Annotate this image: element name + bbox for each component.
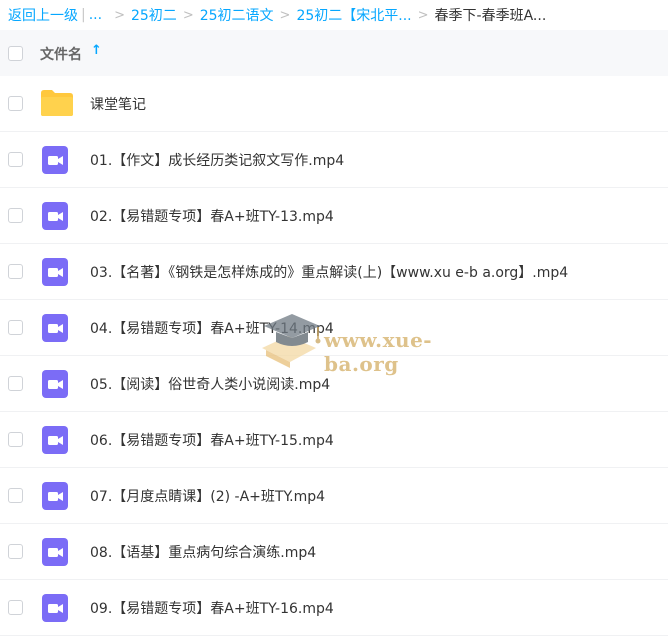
breadcrumb-item-3[interactable]: 25初二【宋北平... (296, 5, 411, 25)
file-name[interactable]: 04.【易错题专项】春A+班TY-14.mp4 (90, 318, 334, 338)
file-list: 课堂笔记 01.【作文】成长经历类记叙文写作.mp4 02.【易错题专项】春A+… (0, 76, 668, 636)
breadcrumb-ellipsis[interactable]: ... (89, 7, 102, 23)
select-all-checkbox[interactable] (8, 46, 23, 61)
file-name[interactable]: 02.【易错题专项】春A+班TY-13.mp4 (90, 206, 334, 226)
video-file-icon (40, 369, 70, 403)
video-file-icon (40, 481, 70, 515)
file-name[interactable]: 08.【语基】重点病句综合演练.mp4 (90, 542, 316, 562)
video-file-icon (40, 593, 70, 627)
video-file-icon (40, 145, 70, 179)
list-item[interactable]: 01.【作文】成长经历类记叙文写作.mp4 (0, 132, 668, 188)
list-item[interactable]: 09.【易错题专项】春A+班TY-16.mp4 (0, 580, 668, 636)
breadcrumb-current: 春季下-春季班A... (434, 8, 547, 24)
list-item[interactable]: 08.【语基】重点病句综合演练.mp4 (0, 524, 668, 580)
row-checkbox[interactable] (8, 600, 23, 615)
video-file-icon (40, 257, 70, 291)
file-name[interactable]: 07.【月度点睛课】(2) -A+班TY.mp4 (90, 486, 325, 506)
breadcrumb-item-2[interactable]: 25初二语文 (200, 5, 274, 25)
file-name[interactable]: 06.【易错题专项】春A+班TY-15.mp4 (90, 430, 334, 450)
row-checkbox[interactable] (8, 432, 23, 447)
row-checkbox[interactable] (8, 376, 23, 391)
chevron-right-icon: > (279, 7, 291, 23)
chevron-right-icon: > (417, 7, 429, 23)
file-list-header: 文件名 ↑ (0, 30, 668, 76)
row-checkbox[interactable] (8, 488, 23, 503)
breadcrumb-separator: | (81, 7, 86, 23)
list-item[interactable]: 06.【易错题专项】春A+班TY-15.mp4 (0, 412, 668, 468)
chevron-right-icon: > (114, 7, 125, 23)
row-checkbox[interactable] (8, 96, 23, 111)
row-checkbox[interactable] (8, 152, 23, 167)
row-checkbox[interactable] (8, 264, 23, 279)
file-name[interactable]: 01.【作文】成长经历类记叙文写作.mp4 (90, 150, 344, 170)
list-item[interactable]: 07.【月度点睛课】(2) -A+班TY.mp4 (0, 468, 668, 524)
file-name[interactable]: 05.【阅读】俗世奇人类小说阅读.mp4 (90, 374, 330, 394)
list-item[interactable]: 03.【名著】《钢铁是怎样炼成的》重点解读(上)【www.xu e-b a.or… (0, 244, 668, 300)
file-name[interactable]: 09.【易错题专项】春A+班TY-16.mp4 (90, 598, 334, 618)
breadcrumb-item-1[interactable]: 25初二 (131, 5, 177, 25)
arrow-up-icon[interactable]: ↑ (91, 43, 102, 58)
list-item[interactable]: 05.【阅读】俗世奇人类小说阅读.mp4 (0, 356, 668, 412)
back-link[interactable]: 返回上一级 (8, 5, 78, 25)
file-name[interactable]: 课堂笔记 (90, 94, 146, 114)
video-file-icon (40, 201, 70, 235)
breadcrumb: 返回上一级 | ... > 25初二 > 25初二语文 > 25初二【宋北平..… (8, 0, 546, 30)
video-file-icon (40, 425, 70, 459)
list-item[interactable]: 02.【易错题专项】春A+班TY-13.mp4 (0, 188, 668, 244)
row-checkbox[interactable] (8, 320, 23, 335)
video-file-icon (40, 313, 70, 347)
column-header-filename[interactable]: 文件名 (40, 44, 82, 64)
video-file-icon (40, 537, 70, 571)
file-name[interactable]: 03.【名著】《钢铁是怎样炼成的》重点解读(上)【www.xu e-b a.or… (90, 262, 568, 282)
list-item[interactable]: 04.【易错题专项】春A+班TY-14.mp4 (0, 300, 668, 356)
row-checkbox[interactable] (8, 544, 23, 559)
row-checkbox[interactable] (8, 208, 23, 223)
folder-icon (40, 89, 74, 121)
list-item[interactable]: 课堂笔记 (0, 76, 668, 132)
chevron-right-icon: > (182, 7, 194, 23)
